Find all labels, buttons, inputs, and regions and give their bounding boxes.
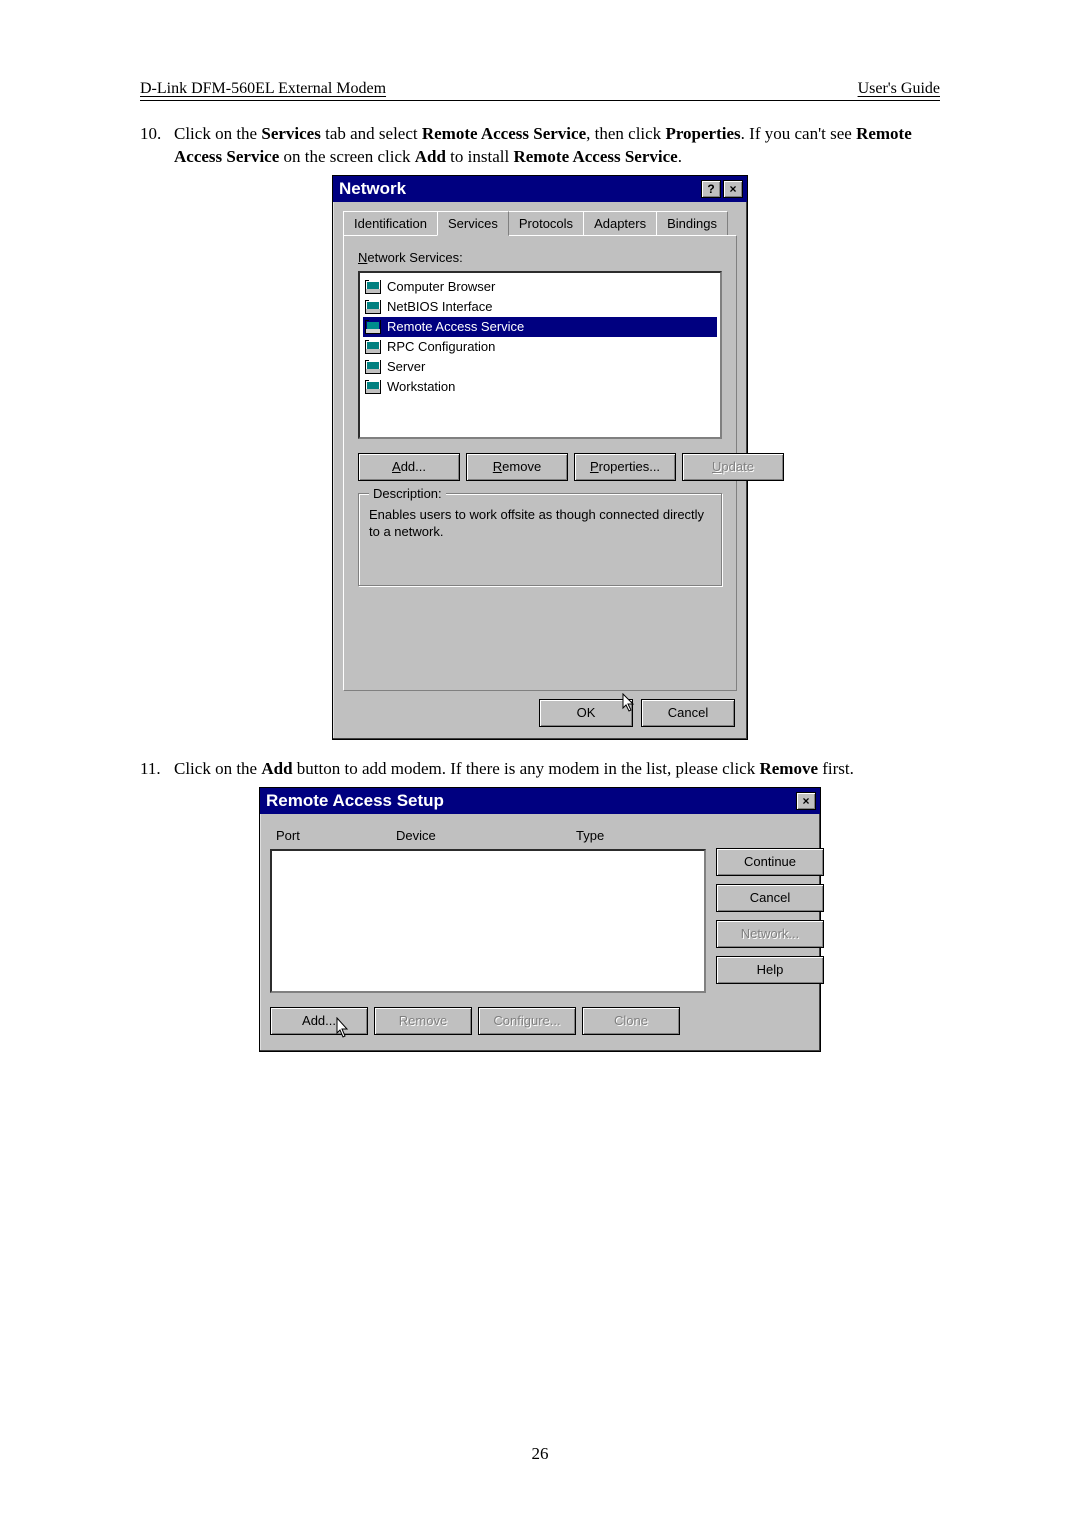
list-item-selected[interactable]: Remote Access Service (363, 317, 717, 337)
service-icon (365, 360, 381, 374)
tab-bindings[interactable]: Bindings (656, 211, 728, 236)
remove-button[interactable]: Remove (466, 453, 568, 481)
list-label: Network Services: (358, 250, 722, 265)
step-11: 11. Click on the Add button to add modem… (140, 758, 940, 781)
cancel-button[interactable]: Cancel (716, 884, 824, 912)
tab-services[interactable]: Services (437, 211, 509, 236)
device-listbox[interactable] (270, 849, 706, 993)
tab-adapters[interactable]: Adapters (583, 211, 657, 236)
network-dialog: Network ? × Identification Services Prot… (332, 175, 748, 740)
dialog-title: Remote Access Setup (266, 791, 444, 811)
col-device: Device (396, 828, 576, 843)
step-body: Click on the Add button to add modem. If… (174, 758, 940, 781)
tab-identification[interactable]: Identification (343, 211, 438, 236)
right-buttons: Continue Cancel Network... Help (716, 824, 810, 993)
help-button[interactable]: Help (716, 956, 824, 984)
add-button[interactable]: Add... (358, 453, 460, 481)
update-button: Update (682, 453, 784, 481)
page-number: 26 (0, 1444, 1080, 1464)
help-icon[interactable]: ? (701, 180, 721, 198)
titlebar[interactable]: Network ? × (333, 176, 747, 202)
list-item[interactable]: Computer Browser (363, 277, 717, 297)
service-icon (365, 380, 381, 394)
header-left: D-Link DFM-560EL External Modem (140, 80, 386, 98)
clone-button: Clone (582, 1007, 680, 1035)
configure-button: Configure... (478, 1007, 576, 1035)
continue-button[interactable]: Continue (716, 848, 824, 876)
close-icon[interactable]: × (796, 792, 816, 810)
dialog-title: Network (339, 179, 406, 199)
service-icon (365, 280, 381, 294)
col-port: Port (276, 828, 396, 843)
service-icon (365, 340, 381, 354)
close-icon[interactable]: × (723, 180, 743, 198)
list-item[interactable]: Server (363, 357, 717, 377)
list-item[interactable]: NetBIOS Interface (363, 297, 717, 317)
description-text: Enables users to work offsite as though … (369, 507, 711, 541)
service-icon (365, 300, 381, 314)
ok-button[interactable]: OK (539, 699, 633, 727)
header-right: User's Guide (858, 80, 940, 98)
groupbox-title: Description: (369, 486, 446, 501)
step-number: 11. (140, 758, 174, 781)
page: D-Link DFM-560EL External Modem User's G… (0, 0, 1080, 1110)
step-number: 10. (140, 123, 174, 169)
add-button[interactable]: Add... (270, 1007, 368, 1035)
step-body: Click on the Services tab and select Rem… (174, 123, 940, 169)
bottom-buttons: Add... Remove Configure... Clone (260, 999, 820, 1051)
step-10: 10. Click on the Services tab and select… (140, 123, 940, 169)
properties-button[interactable]: Properties... (574, 453, 676, 481)
page-header: D-Link DFM-560EL External Modem User's G… (140, 80, 940, 101)
remote-access-setup-dialog: Remote Access Setup × Port Device Type (259, 787, 821, 1052)
cancel-button[interactable]: Cancel (641, 699, 735, 727)
column-headers: Port Device Type (270, 824, 706, 849)
dialog-buttons: OK Cancel (333, 699, 747, 739)
tab-panel: Network Services: Computer Browser NetBI… (343, 235, 737, 691)
left-pane: Port Device Type (270, 824, 706, 993)
list-item[interactable]: RPC Configuration (363, 337, 717, 357)
description-groupbox: Description: Enables users to work offsi… (358, 493, 722, 586)
remove-button: Remove (374, 1007, 472, 1035)
list-item[interactable]: Workstation (363, 377, 717, 397)
tab-protocols[interactable]: Protocols (508, 211, 584, 236)
col-type: Type (576, 828, 706, 843)
titlebar[interactable]: Remote Access Setup × (260, 788, 820, 814)
service-icon (365, 320, 381, 334)
network-button: Network... (716, 920, 824, 948)
button-row: Add... Remove Properties... Update (358, 453, 722, 481)
tabs: Identification Services Protocols Adapte… (343, 210, 737, 235)
services-listbox[interactable]: Computer Browser NetBIOS Interface Remot… (358, 271, 722, 439)
